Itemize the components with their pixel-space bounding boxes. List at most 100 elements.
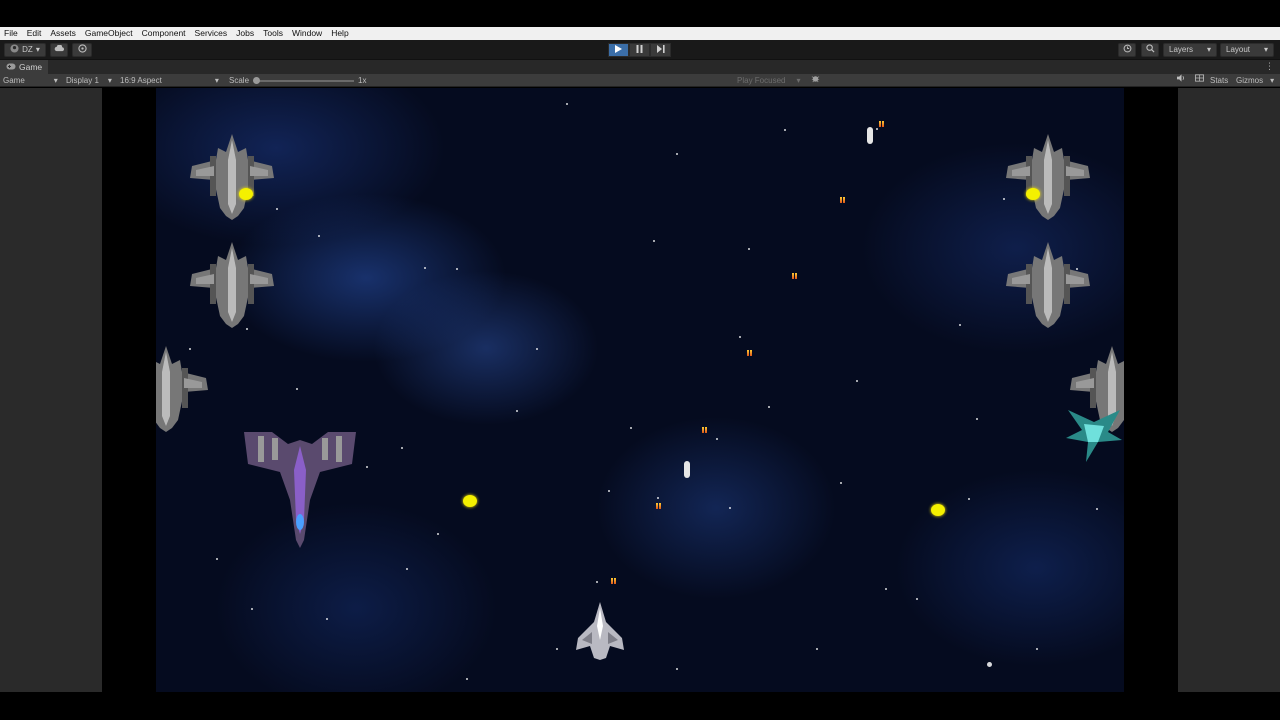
step-button[interactable] (650, 43, 671, 57)
cloud-icon (54, 44, 65, 56)
mode-dropdown[interactable]: Game ▾ (3, 74, 58, 87)
aspect-label: 16:9 Aspect (120, 76, 162, 85)
cloud-button[interactable] (50, 43, 68, 57)
star (401, 447, 403, 449)
step-icon (656, 45, 665, 55)
star (885, 588, 887, 590)
game-view-controls: Game ▾ Display 1 ▾ 16:9 Aspect ▾ Scale 1… (0, 74, 1280, 87)
chevron-down-icon: ▾ (1206, 45, 1211, 54)
star (959, 324, 961, 326)
layers-label: Layers (1169, 45, 1194, 54)
more-options-icon[interactable]: ⋮ (1265, 61, 1274, 72)
tab-game[interactable]: Game (0, 60, 49, 74)
gizmos-dropdown[interactable]: Gizmos ▾ (1236, 74, 1274, 87)
scale-slider-handle[interactable] (253, 77, 260, 84)
star (856, 380, 858, 382)
collab-icon (77, 43, 87, 57)
search-icon (1145, 43, 1155, 57)
menu-services[interactable]: Services (195, 27, 228, 40)
layers-dropdown[interactable]: Layers ▾ (1163, 43, 1217, 57)
play-focused-dropdown[interactable]: Play Focused ▾ (737, 74, 800, 87)
undo-history-button[interactable] (1118, 43, 1136, 57)
menu-tools[interactable]: Tools (263, 27, 283, 40)
star (424, 267, 426, 269)
menu-help[interactable]: Help (331, 27, 348, 40)
letterbox-top (0, 0, 1280, 27)
pillarbox-left (102, 88, 156, 692)
pause-button[interactable] (629, 43, 650, 57)
stats-button[interactable]: Stats (1210, 74, 1228, 87)
chevron-down-icon: ▾ (1263, 45, 1268, 54)
chevron-down-icon: ▾ (53, 76, 58, 85)
coin (1026, 188, 1040, 200)
user-icon (10, 43, 19, 57)
main-toolbar: DZ ▾ Layers ▾ Layout ▾ (0, 40, 1280, 60)
menu-edit[interactable]: Edit (27, 27, 42, 40)
account-button[interactable]: DZ ▾ (4, 43, 46, 57)
enemy-ship (156, 346, 208, 432)
enemy-bullet (702, 427, 708, 433)
enemy-bullet (656, 503, 662, 509)
coin (239, 188, 253, 200)
account-label: DZ (22, 45, 33, 54)
star (366, 466, 368, 468)
star (840, 482, 842, 484)
star (1096, 508, 1098, 510)
bug-icon[interactable] (811, 74, 820, 83)
enemy-bullet (840, 197, 846, 203)
star (251, 608, 253, 610)
chevron-down-icon: ▾ (1270, 76, 1275, 85)
star (608, 490, 610, 492)
menu-jobs[interactable]: Jobs (236, 27, 254, 40)
star (653, 240, 655, 242)
menu-component[interactable]: Component (142, 27, 186, 40)
game-scene[interactable] (156, 88, 1124, 692)
game-viewport (0, 88, 1280, 692)
menu-file[interactable]: File (4, 27, 18, 40)
menu-gameobject[interactable]: GameObject (85, 27, 133, 40)
display-label: Display 1 (66, 76, 99, 85)
star (536, 348, 538, 350)
star (816, 648, 818, 650)
star (716, 438, 718, 440)
playmode-controls (608, 43, 671, 57)
star (216, 558, 218, 560)
grid-icon[interactable] (1195, 74, 1204, 82)
collab-button[interactable] (72, 43, 92, 57)
star (466, 678, 468, 680)
enemy-ship (1006, 134, 1090, 220)
layout-dropdown[interactable]: Layout ▾ (1220, 43, 1274, 57)
scale-label: Scale (229, 76, 250, 85)
star (326, 618, 328, 620)
enemy-bullet (879, 121, 885, 127)
star (456, 268, 458, 270)
audio-icon[interactable] (1177, 74, 1186, 82)
display-dropdown[interactable]: Display 1 ▾ (66, 74, 112, 87)
search-button[interactable] (1141, 43, 1159, 57)
mode-label: Game (3, 76, 25, 85)
star (516, 410, 518, 412)
star (596, 581, 598, 583)
menu-bar: File Edit Assets GameObject Component Se… (0, 27, 1280, 40)
game-tab-bar: Game ⋮ (0, 60, 1280, 74)
star (916, 598, 918, 600)
star (876, 128, 878, 130)
pillarbox-right (1124, 88, 1178, 692)
menu-window[interactable]: Window (292, 27, 322, 40)
teal-fighter-ship (1066, 410, 1122, 462)
aspect-dropdown[interactable]: 16:9 Aspect ▾ (120, 74, 219, 87)
star (748, 248, 750, 250)
star (976, 418, 978, 420)
enemy-ship (190, 134, 274, 220)
unity-editor-frame: File Edit Assets GameObject Component Se… (0, 0, 1280, 720)
scale-slider-track[interactable] (256, 80, 354, 82)
chevron-down-icon: ▾ (35, 45, 40, 54)
star (784, 129, 786, 131)
enemy-bullet (792, 273, 798, 279)
gamepad-icon (6, 62, 16, 72)
play-button[interactable] (608, 43, 629, 57)
player-bullet (684, 461, 690, 478)
menu-assets[interactable]: Assets (50, 27, 76, 40)
star (729, 507, 731, 509)
star (987, 662, 992, 667)
